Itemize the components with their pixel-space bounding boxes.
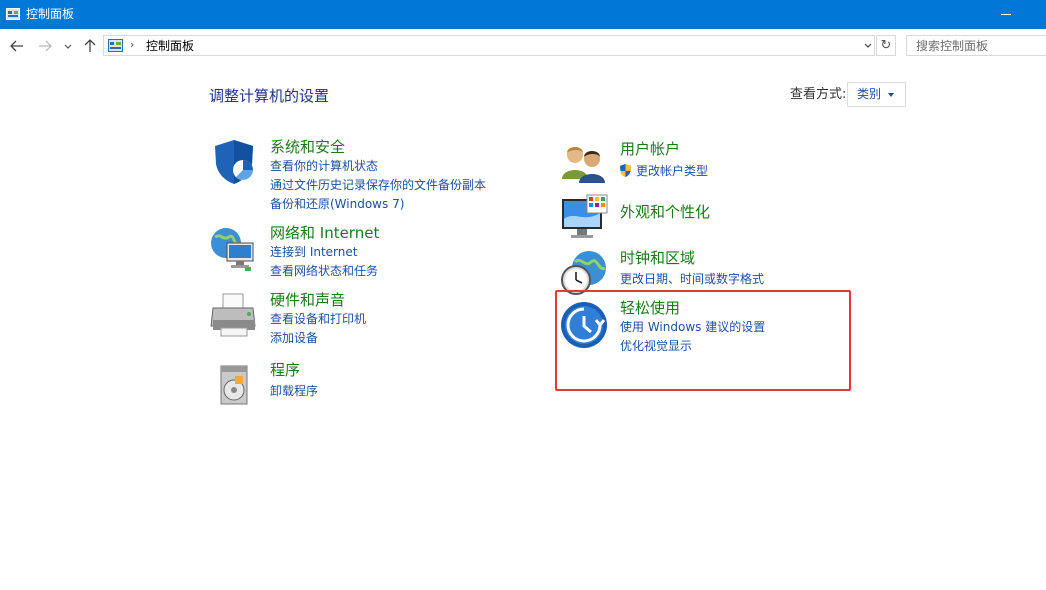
- category-network-internet: 网络和 Internet 连接到 Internet 查看网络状态和任务: [209, 223, 509, 278]
- refresh-icon: ↻: [880, 38, 892, 53]
- forward-arrow-icon: [39, 40, 52, 52]
- category-title[interactable]: 程序: [270, 360, 300, 380]
- category-clock-region: 时钟和区域 更改日期、时间或数字格式: [559, 248, 859, 295]
- refresh-button[interactable]: ↻: [876, 35, 896, 56]
- back-arrow-icon: [10, 40, 23, 52]
- category-title[interactable]: 硬件和声音: [270, 290, 345, 310]
- view-by-dropdown[interactable]: 类别: [847, 82, 906, 107]
- link-devices-printers[interactable]: 查看设备和打印机: [270, 311, 366, 327]
- caret-down-icon: [888, 93, 894, 97]
- category-title[interactable]: 用户帐户: [620, 139, 680, 159]
- highlight-box: [555, 290, 851, 391]
- up-arrow-icon: [84, 39, 96, 52]
- chevron-down-icon: [64, 44, 72, 49]
- link-network-status[interactable]: 查看网络状态和任务: [270, 263, 378, 279]
- up-button[interactable]: [81, 37, 99, 55]
- category-title[interactable]: 外观和个性化: [620, 202, 710, 222]
- link-add-device[interactable]: 添加设备: [270, 330, 318, 346]
- link-view-computer-status[interactable]: 查看你的计算机状态: [270, 158, 378, 174]
- minimize-button[interactable]: [996, 0, 1020, 29]
- uac-shield-icon: [620, 164, 631, 177]
- link-file-history[interactable]: 通过文件历史记录保存你的文件备份副本: [270, 177, 486, 193]
- category-title[interactable]: 网络和 Internet: [270, 223, 379, 243]
- back-button[interactable]: [8, 37, 26, 55]
- control-panel-icon: [108, 39, 123, 52]
- breadcrumb-separator-icon: ›: [130, 38, 135, 51]
- control-panel-icon: [6, 8, 20, 20]
- printer-icon[interactable]: [209, 290, 259, 340]
- breadcrumb-control-panel[interactable]: 控制面板: [146, 39, 194, 53]
- category-title[interactable]: 时钟和区域: [620, 248, 695, 268]
- link-uninstall-program[interactable]: 卸载程序: [270, 383, 318, 399]
- link-change-account-type[interactable]: 更改帐户类型: [636, 163, 708, 179]
- network-globe-icon[interactable]: [209, 223, 259, 273]
- search-input[interactable]: [906, 35, 1046, 56]
- programs-icon[interactable]: [209, 360, 259, 410]
- view-by-value: 类别: [857, 87, 882, 101]
- forward-button[interactable]: [36, 37, 54, 55]
- title-bar: 控制面板: [0, 0, 1046, 29]
- recent-locations-button[interactable]: [62, 37, 74, 55]
- window-title: 控制面板: [26, 7, 75, 21]
- link-backup-restore[interactable]: 备份和还原(Windows 7): [270, 196, 404, 212]
- link-change-date-time-format[interactable]: 更改日期、时间或数字格式: [620, 271, 764, 287]
- category-programs: 程序 卸载程序: [209, 360, 509, 405]
- chevron-down-icon[interactable]: [863, 40, 873, 52]
- category-title[interactable]: 系统和安全: [270, 137, 345, 157]
- address-bar[interactable]: › 控制面板: [103, 35, 875, 56]
- link-connect-internet[interactable]: 连接到 Internet: [270, 244, 357, 260]
- category-system-security: 系统和安全 查看你的计算机状态 通过文件历史记录保存你的文件备份副本 备份和还原…: [209, 137, 509, 212]
- navigation-bar: › 控制面板 ↻: [0, 29, 1046, 63]
- category-user-accounts: 用户帐户 更改帐户类型: [559, 139, 859, 184]
- category-hardware-sound: 硬件和声音 查看设备和打印机 添加设备: [209, 290, 509, 345]
- appearance-icon[interactable]: [559, 193, 609, 243]
- page-title: 调整计算机的设置: [209, 87, 330, 105]
- view-by-label: 查看方式:: [790, 87, 847, 102]
- shield-icon[interactable]: [209, 137, 259, 187]
- minimize-icon: [1001, 14, 1011, 15]
- category-appearance: 外观和个性化: [559, 193, 859, 243]
- users-icon[interactable]: [559, 139, 609, 189]
